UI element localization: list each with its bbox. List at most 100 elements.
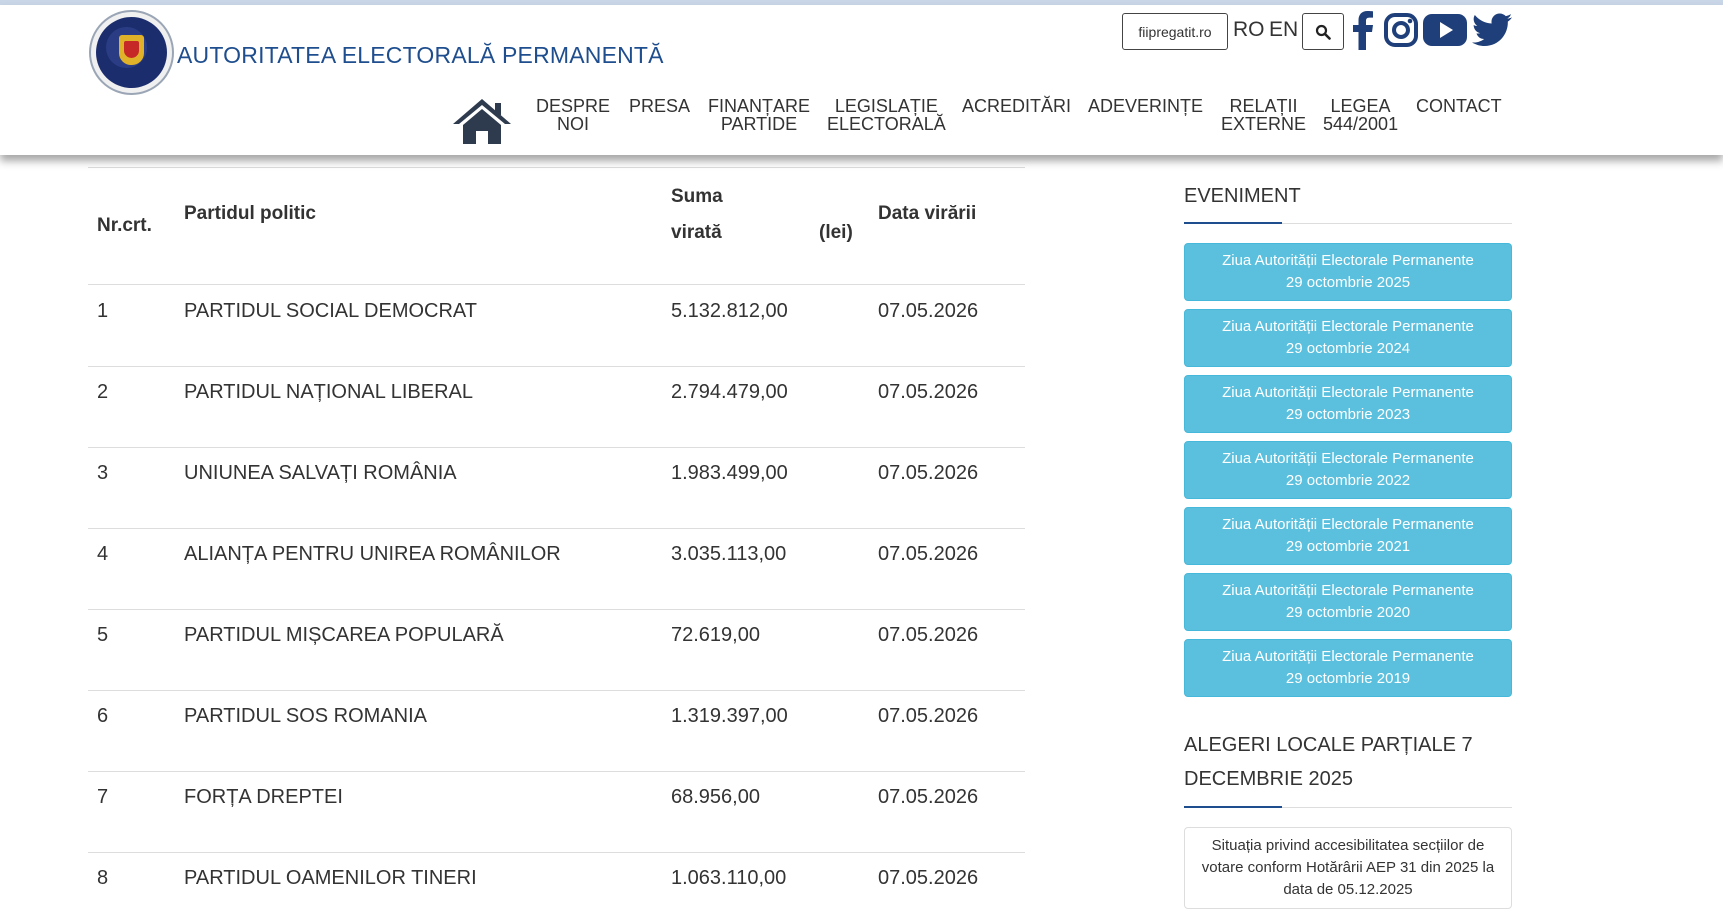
cell-date: 07.05.2026 bbox=[878, 300, 979, 322]
nav-despre-noi[interactable]: DESPRE NOI bbox=[536, 97, 610, 133]
event-button-date: 29 octombrie 2024 bbox=[1285, 340, 1411, 357]
facebook-link[interactable] bbox=[1350, 9, 1376, 51]
event-button-title: Ziua Autorității Electorale Permanente bbox=[1222, 384, 1474, 401]
search-button[interactable] bbox=[1302, 13, 1344, 50]
instagram-icon bbox=[1384, 13, 1418, 47]
nav-label-line1: PRESA bbox=[629, 96, 691, 116]
cell-sum: 3.035.113,00 bbox=[671, 543, 787, 565]
nav-home[interactable] bbox=[451, 97, 513, 145]
youtube-icon bbox=[1423, 14, 1467, 46]
cell-sum: 5.132.812,00 bbox=[671, 300, 788, 322]
event-button-title: Ziua Autorității Electorale Permanente bbox=[1222, 252, 1474, 269]
elections-heading-line1: ALEGERI LOCALE PARȚIALE 7 bbox=[1184, 734, 1473, 756]
cell-date: 07.05.2026 bbox=[878, 705, 979, 727]
cell-sum: 1.063.110,00 bbox=[671, 867, 787, 889]
accessibility-info-link[interactable]: Situația privind accesibilitatea secțiil… bbox=[1184, 827, 1512, 909]
event-button-2019[interactable]: Ziua Autorității Electorale Permanente 2… bbox=[1184, 639, 1512, 697]
nav-legislatie-electorala[interactable]: LEGISLAȚIE ELECTORALĂ bbox=[827, 97, 946, 133]
event-button-date: 29 octombrie 2022 bbox=[1285, 472, 1411, 489]
site-header: AUTORITATEA ELECTORALĂ PERMANENTĂ fiipre… bbox=[0, 5, 1723, 155]
cell-date: 07.05.2026 bbox=[878, 462, 979, 484]
twitter-link[interactable] bbox=[1472, 9, 1512, 51]
table-row: 6 PARTIDUL SOS ROMANIA 1.319.397,00 07.0… bbox=[88, 691, 1025, 772]
youtube-link[interactable] bbox=[1422, 9, 1468, 51]
nav-finantare-partide[interactable]: FINANȚARE PARTIDE bbox=[708, 97, 810, 133]
cell-nr: 1 bbox=[97, 300, 109, 322]
cell-party: PARTIDUL NAȚIONAL LIBERAL bbox=[184, 381, 473, 403]
cell-nr: 3 bbox=[97, 462, 109, 484]
cell-date: 07.05.2026 bbox=[878, 786, 979, 808]
event-button-2021[interactable]: Ziua Autorității Electorale Permanente 2… bbox=[1184, 507, 1512, 565]
event-button-title: Ziua Autorității Electorale Permanente bbox=[1222, 582, 1474, 599]
cell-date: 07.05.2026 bbox=[878, 624, 979, 646]
table-row: 8 PARTIDUL OAMENILOR TINERI 1.063.110,00… bbox=[88, 853, 1025, 917]
header-party: Partidul politic bbox=[184, 203, 316, 224]
event-button-title: Ziua Autorității Electorale Permanente bbox=[1222, 450, 1474, 467]
nav-label-line2: NOI bbox=[557, 114, 590, 134]
site-title[interactable]: AUTORITATEA ELECTORALĂ PERMANENTĂ bbox=[177, 42, 664, 69]
event-button-2024[interactable]: Ziua Autorității Electorale Permanente 2… bbox=[1184, 309, 1512, 367]
instagram-link[interactable] bbox=[1382, 9, 1420, 51]
fiipregatit-button[interactable]: fiipregatit.ro bbox=[1122, 13, 1228, 50]
event-heading: EVENIMENT bbox=[1184, 185, 1301, 207]
event-button-date: 29 octombrie 2023 bbox=[1285, 406, 1411, 423]
nav-label-line1: LEGEA bbox=[1330, 96, 1391, 116]
nav-label-line1: CONTACT bbox=[1416, 96, 1502, 116]
nav-acreditari[interactable]: ACREDITĂRI bbox=[962, 97, 1071, 115]
table-row: 7 FORȚA DREPTEI 68.956,00 07.05.2026 bbox=[88, 772, 1025, 853]
nav-relatii-externe[interactable]: RELAȚII EXTERNE bbox=[1221, 97, 1306, 133]
header-sum-unit: (lei) bbox=[819, 222, 853, 243]
table-row: 4 ALIANȚA PENTRU UNIREA ROMÂNILOR 3.035.… bbox=[88, 529, 1025, 610]
twitter-icon bbox=[1472, 13, 1512, 46]
lang-en-link[interactable]: EN bbox=[1269, 18, 1298, 42]
nav-presa[interactable]: PRESA bbox=[629, 97, 690, 115]
aep-seal-logo[interactable] bbox=[89, 10, 174, 95]
nav-adeverinte[interactable]: ADEVERINȚE bbox=[1088, 97, 1203, 115]
nav-legea-544[interactable]: LEGEA 544/2001 bbox=[1323, 97, 1398, 133]
cell-date: 07.05.2026 bbox=[878, 543, 979, 565]
nav-label-line2: EXTERNE bbox=[1221, 114, 1307, 134]
nav-label-line1: FINANȚARE bbox=[708, 96, 811, 116]
cell-party: UNIUNEA SALVAȚI ROMÂNIA bbox=[184, 462, 457, 484]
table-row: 5 PARTIDUL MIȘCAREA POPULARĂ 72.619,00 0… bbox=[88, 610, 1025, 691]
event-button-date: 29 octombrie 2020 bbox=[1285, 604, 1411, 621]
table-row: 3 UNIUNEA SALVAȚI ROMÂNIA 1.983.499,00 0… bbox=[88, 448, 1025, 529]
event-button-title: Ziua Autorității Electorale Permanente bbox=[1222, 516, 1474, 533]
event-button-2023[interactable]: Ziua Autorității Electorale Permanente 2… bbox=[1184, 375, 1512, 433]
nav-label-line1: ADEVERINȚE bbox=[1088, 96, 1204, 116]
cell-sum: 72.619,00 bbox=[671, 624, 760, 646]
event-button-date: 29 octombrie 2021 bbox=[1285, 538, 1411, 555]
event-button-2022[interactable]: Ziua Autorității Electorale Permanente 2… bbox=[1184, 441, 1512, 499]
cell-nr: 8 bbox=[97, 867, 109, 889]
cell-nr: 5 bbox=[97, 624, 109, 646]
nav-label-line1: ACREDITĂRI bbox=[962, 96, 1072, 116]
event-button-date: 29 octombrie 2019 bbox=[1285, 670, 1411, 687]
table-row: 1 PARTIDUL SOCIAL DEMOCRAT 5.132.812,00 … bbox=[88, 286, 1025, 367]
event-button-2020[interactable]: Ziua Autorității Electorale Permanente 2… bbox=[1184, 573, 1512, 631]
header-sum-line1: Suma bbox=[671, 186, 723, 207]
cell-nr: 7 bbox=[97, 786, 109, 808]
cell-party: PARTIDUL SOCIAL DEMOCRAT bbox=[184, 300, 478, 322]
lang-ro-link[interactable]: RO bbox=[1233, 18, 1265, 42]
nav-label-line2: ELECTORALĂ bbox=[827, 114, 946, 134]
nav-label-line2: PARTIDE bbox=[720, 114, 798, 134]
nav-contact[interactable]: CONTACT bbox=[1416, 97, 1502, 115]
event-heading-accent bbox=[1184, 222, 1282, 224]
cell-party: PARTIDUL OAMENILOR TINERI bbox=[184, 867, 477, 889]
cell-party: PARTIDUL SOS ROMANIA bbox=[184, 705, 428, 727]
cell-sum: 68.956,00 bbox=[671, 786, 760, 808]
cell-sum: 2.794.479,00 bbox=[671, 381, 788, 403]
facebook-icon bbox=[1353, 11, 1373, 50]
cell-nr: 4 bbox=[97, 543, 109, 565]
event-button-title: Ziua Autorității Electorale Permanente bbox=[1222, 318, 1474, 335]
elections-heading-line2: DECEMBRIE 2025 bbox=[1184, 768, 1353, 790]
search-icon bbox=[1315, 24, 1331, 40]
cell-party: ALIANȚA PENTRU UNIREA ROMÂNILOR bbox=[184, 543, 561, 565]
cell-nr: 2 bbox=[97, 381, 109, 403]
event-button-2025[interactable]: Ziua Autorității Electorale Permanente 2… bbox=[1184, 243, 1512, 301]
header-sum-line2: virată bbox=[671, 222, 722, 243]
event-button-title: Ziua Autorității Electorale Permanente bbox=[1222, 648, 1474, 665]
elections-heading: ALEGERI LOCALE PARȚIALE 7 DECEMBRIE 2025 bbox=[1184, 728, 1473, 796]
cell-sum: 1.983.499,00 bbox=[671, 462, 788, 484]
home-icon bbox=[453, 99, 511, 144]
